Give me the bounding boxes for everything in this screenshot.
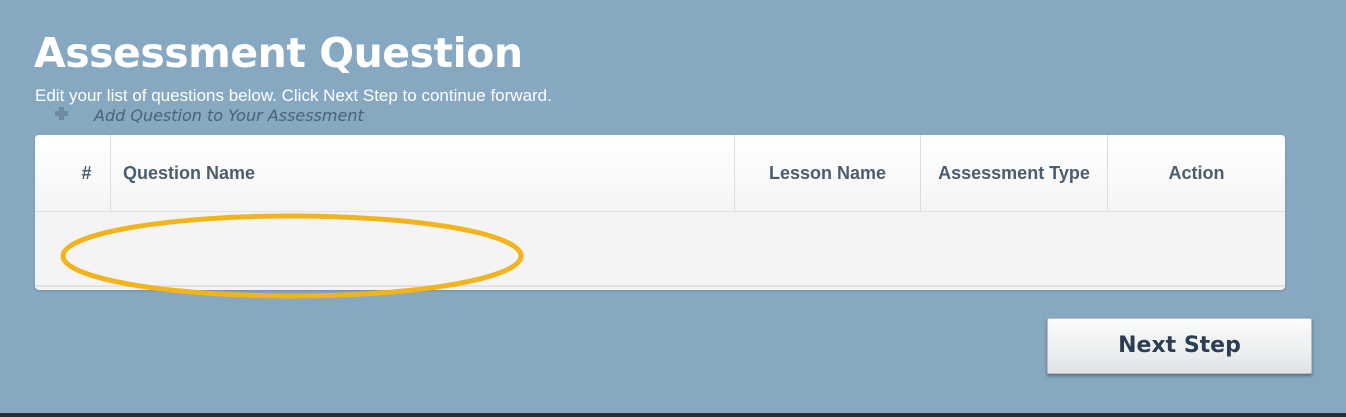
questions-table: # Question Name Lesson Name Assessment T…: [35, 135, 1285, 290]
bottom-border: [0, 413, 1346, 417]
table-bottom-divider: [35, 285, 1285, 287]
table-header: # Question Name Lesson Name Assessment T…: [35, 135, 1285, 212]
add-question-link[interactable]: Add Question to Your Assessment: [94, 106, 364, 126]
add-question-row[interactable]: [35, 212, 1285, 288]
column-header-question-name[interactable]: Question Name: [111, 135, 735, 211]
next-step-button[interactable]: Next Step: [1047, 318, 1312, 374]
column-header-action: Action: [1168, 163, 1225, 183]
column-header-assessment-type[interactable]: Assessment Type: [921, 135, 1108, 211]
page-title: Assessment Question: [34, 29, 523, 77]
column-header-lesson-name[interactable]: Lesson Name: [735, 135, 921, 211]
column-header-number: #: [35, 135, 111, 211]
plus-icon[interactable]: [55, 107, 68, 120]
page-subtitle: Edit your list of questions below. Click…: [35, 86, 552, 105]
